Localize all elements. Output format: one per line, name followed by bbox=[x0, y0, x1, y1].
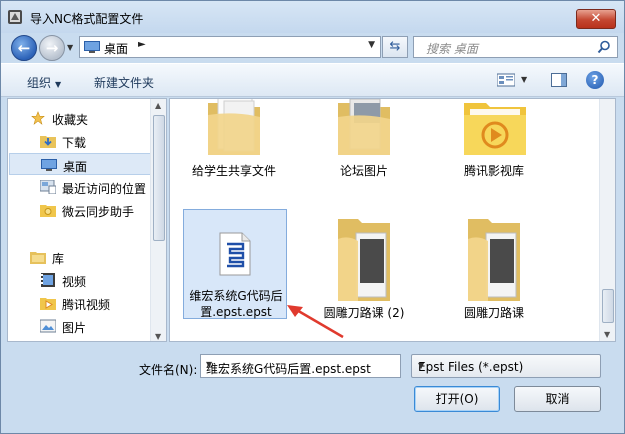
sidebar-item-label: 视频 bbox=[62, 275, 87, 289]
chevron-down-icon: ▼ bbox=[418, 361, 425, 370]
filename-label: 文件名(N): bbox=[139, 363, 198, 377]
epst-file-icon bbox=[219, 232, 251, 276]
sidebar-item-downloads[interactable]: 下载 bbox=[8, 130, 152, 152]
back-arrow-icon: ← bbox=[17, 39, 31, 57]
sidebar-item-label: 收藏夹 bbox=[52, 113, 89, 127]
filename-field[interactable]: 维宏系统G代码后置.epst.epst ▼ bbox=[200, 354, 401, 378]
back-button[interactable]: ← bbox=[11, 35, 37, 61]
folder-icon bbox=[338, 99, 390, 155]
command-bar: 组织 ▼ 新建文件夹 ▼ ? bbox=[1, 63, 624, 97]
scroll-down-icon[interactable]: ▼ bbox=[155, 332, 161, 341]
sidebar-item-label: 腾讯视频 bbox=[62, 298, 111, 312]
address-location[interactable]: 桌面 bbox=[104, 40, 128, 57]
file-item-label: 给学生共享文件 bbox=[191, 164, 276, 178]
preview-pane-icon[interactable] bbox=[551, 73, 567, 87]
sidebar-item-recent-places[interactable]: 最近访问的位置 bbox=[8, 176, 152, 198]
weiyun-icon bbox=[40, 205, 56, 217]
refresh-button[interactable]: ⇆ bbox=[382, 36, 408, 58]
annotation-arrow-icon bbox=[287, 305, 344, 339]
tencent-video-icon bbox=[40, 298, 56, 310]
desktop-icon bbox=[84, 41, 100, 53]
file-item-epst[interactable]: 维宏系统G代码后 置.epst.epst bbox=[183, 209, 287, 319]
sidebar-item-videos[interactable]: 视频 bbox=[8, 269, 152, 291]
tencent-video-folder-icon bbox=[464, 103, 526, 155]
sidebar-item-label: 微云同步助手 bbox=[62, 205, 135, 219]
file-item-label-line1: 维宏系统G代码后 bbox=[189, 289, 283, 303]
filetype-select[interactable]: Epst Files (*.epst) ▼ bbox=[411, 354, 601, 378]
scroll-up-icon[interactable]: ▲ bbox=[155, 101, 161, 110]
navigation-scrollbar[interactable]: ▲ ▼ bbox=[150, 99, 166, 341]
search-icon[interactable] bbox=[597, 40, 611, 54]
help-icon[interactable]: ? bbox=[586, 71, 604, 89]
search-placeholder: 搜索 桌面 bbox=[426, 42, 478, 56]
file-item-label: 圆雕刀路课 bbox=[463, 306, 524, 320]
forward-button[interactable]: → bbox=[39, 35, 65, 61]
folder-icon bbox=[338, 219, 390, 301]
folder-icon bbox=[208, 99, 260, 155]
open-button[interactable]: 打开(O) bbox=[414, 386, 500, 412]
chevron-down-icon[interactable]: ▼ bbox=[206, 360, 396, 369]
file-item-folder[interactable]: 给学生共享文件 bbox=[182, 99, 286, 185]
address-bar[interactable]: 桌面 ► ▼ bbox=[79, 36, 381, 58]
file-list: 给学生共享文件 论坛图片 腾讯影视库 维宏系统G代码后 置.epst.epst … bbox=[169, 98, 616, 342]
file-item-label: 腾讯影视库 bbox=[463, 164, 524, 178]
sidebar-item-tencent-video[interactable]: 腾讯视频 bbox=[8, 292, 152, 314]
sidebar-item-desktop[interactable]: 桌面 bbox=[9, 153, 151, 175]
scrollbar-thumb[interactable] bbox=[602, 289, 614, 323]
search-input[interactable]: 搜索 桌面 bbox=[413, 36, 618, 58]
folder-icon bbox=[468, 219, 520, 301]
sidebar-item-libraries[interactable]: 库 bbox=[8, 246, 152, 268]
sidebar-item-weiyun[interactable]: 微云同步助手 bbox=[8, 199, 152, 221]
sidebar-item-pictures[interactable]: 图片 bbox=[8, 315, 152, 337]
chevron-down-icon: ▼ bbox=[55, 80, 62, 89]
organize-button[interactable]: 组织 ▼ bbox=[27, 74, 61, 91]
refresh-icon: ⇆ bbox=[389, 39, 401, 54]
forward-arrow-icon: → bbox=[45, 39, 59, 57]
sidebar-item-label: 桌面 bbox=[63, 160, 88, 174]
file-item-folder[interactable]: 圆雕刀路课 bbox=[442, 209, 546, 320]
file-item-label-line2: 置.epst.epst bbox=[200, 305, 272, 319]
file-open-dialog: 导入NC格式配置文件 ✕ ← → ▼ 桌面 ► ▼ ⇆ 搜索 桌面 组织 ▼ 新… bbox=[0, 0, 625, 434]
file-item-folder[interactable]: 论坛图片 bbox=[312, 99, 416, 185]
pictures-icon bbox=[40, 319, 56, 333]
recent-locations-dropdown-icon[interactable]: ▼ bbox=[67, 43, 73, 52]
navigation-pane: 收藏夹 下载 桌面 最近访问的位置 微云同步助手 库 视频 腾讯视频 图片 ▲ … bbox=[7, 98, 167, 342]
view-options-dropdown-icon[interactable]: ▼ bbox=[521, 75, 527, 84]
address-dropdown-icon[interactable]: ▼ bbox=[368, 40, 375, 50]
video-icon bbox=[41, 273, 55, 287]
window-title: 导入NC格式配置文件 bbox=[30, 12, 144, 26]
sidebar-item-favorites[interactable]: 收藏夹 bbox=[8, 107, 152, 129]
sidebar-item-label: 下载 bbox=[62, 136, 87, 150]
cancel-button[interactable]: 取消 bbox=[514, 386, 601, 412]
star-icon bbox=[31, 111, 45, 125]
download-folder-icon bbox=[40, 136, 56, 148]
library-icon bbox=[30, 252, 46, 264]
breadcrumb-chevron-icon[interactable]: ► bbox=[138, 39, 146, 50]
new-folder-button[interactable]: 新建文件夹 bbox=[94, 74, 154, 91]
sidebar-item-label: 图片 bbox=[62, 321, 87, 335]
desktop-icon bbox=[41, 159, 57, 171]
sidebar-item-label: 库 bbox=[52, 252, 65, 266]
organize-label: 组织 bbox=[27, 76, 52, 90]
content-scrollbar[interactable]: ▼ bbox=[599, 99, 615, 341]
title-bar[interactable]: 导入NC格式配置文件 ✕ bbox=[1, 1, 624, 33]
scroll-down-icon[interactable]: ▼ bbox=[604, 330, 610, 339]
change-view-icon[interactable] bbox=[497, 73, 515, 87]
sidebar-item-label: 最近访问的位置 bbox=[62, 182, 147, 196]
file-item-label: 论坛图片 bbox=[339, 164, 388, 178]
app-icon bbox=[8, 10, 22, 24]
recent-places-icon bbox=[40, 180, 56, 194]
close-button[interactable]: ✕ bbox=[576, 9, 616, 29]
scrollbar-thumb[interactable] bbox=[153, 115, 165, 241]
file-item-folder[interactable]: 腾讯影视库 bbox=[442, 99, 546, 185]
address-row: ← → ▼ 桌面 ► ▼ ⇆ 搜索 桌面 bbox=[1, 33, 624, 61]
